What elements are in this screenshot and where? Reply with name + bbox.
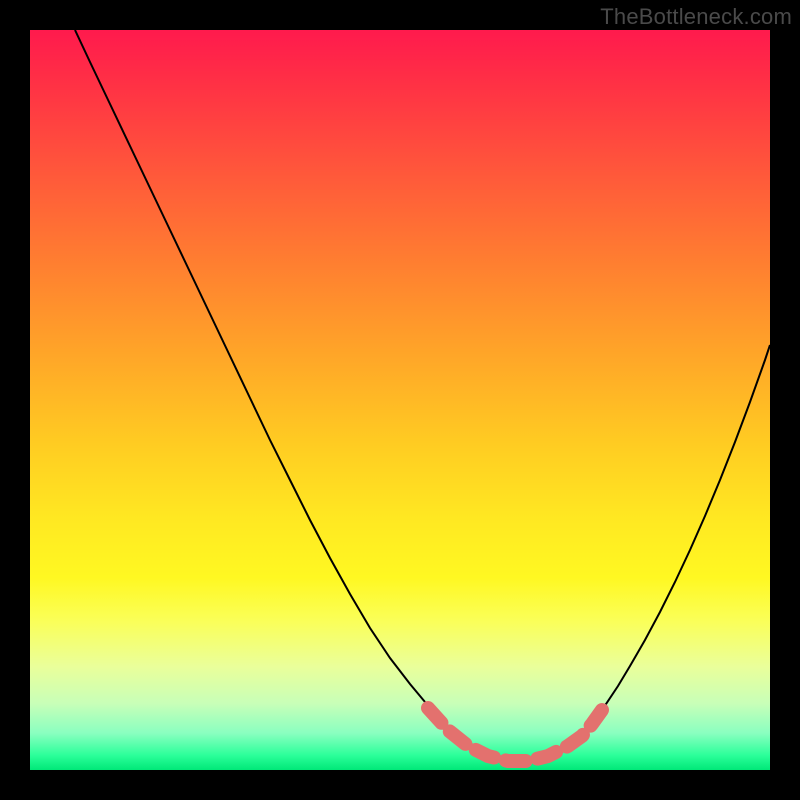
curve-layer (30, 30, 770, 770)
bottom-marker-dots (428, 708, 602, 761)
watermark-text: TheBottleneck.com (600, 4, 792, 30)
plot-area (30, 30, 770, 770)
bottleneck-curve (75, 30, 770, 761)
chart-frame: TheBottleneck.com (0, 0, 800, 800)
